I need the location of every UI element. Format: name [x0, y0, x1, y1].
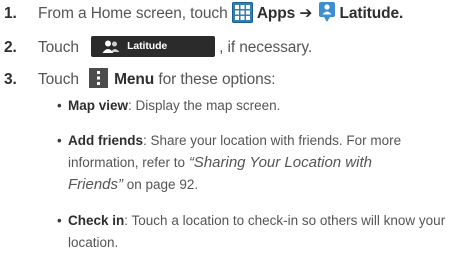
- step-text: From a Home screen, touch: [38, 5, 232, 23]
- bullet-icon: •: [57, 133, 62, 148]
- step-text: Touch: [38, 39, 79, 56]
- latitude-button[interactable]: Latitude: [91, 36, 216, 58]
- add-friends-line-3: Friends” on page 92.: [68, 176, 199, 193]
- cross-reference-link-continued[interactable]: Friends”: [68, 176, 123, 193]
- arrow-icon: ➔: [299, 5, 313, 23]
- add-friends-line-2: information, refer to “Sharing Your Loca…: [68, 154, 372, 171]
- instructions-document: 1. From a Home screen, touch Apps ➔ Lati…: [0, 0, 475, 272]
- option-term: Add friends: [68, 133, 144, 148]
- latitude-pin-icon: [317, 1, 337, 23]
- option-term: Check in: [68, 213, 125, 228]
- menu-label: Menu: [114, 71, 155, 88]
- step-text-after: , if necessary.: [219, 39, 313, 56]
- step-text: Touch: [38, 71, 79, 88]
- bullet-icon: •: [57, 98, 62, 113]
- step-number: 2.: [4, 39, 17, 56]
- menu-icon[interactable]: [89, 67, 109, 88]
- step-number: 1.: [4, 5, 17, 22]
- option-desc: : Touch a location to check-in so others…: [124, 213, 446, 228]
- option-desc: : Share your location with friends. For …: [143, 133, 402, 148]
- latitude-button-label: Latitude: [127, 40, 168, 53]
- apps-grid-icon: [231, 1, 253, 23]
- bullet-icon: •: [57, 213, 62, 228]
- apps-label: Apps: [256, 5, 296, 23]
- check-in-line-2: location.: [68, 235, 119, 250]
- option-term: Map view: [68, 98, 129, 113]
- cross-reference-link[interactable]: “Sharing Your Location with: [189, 154, 372, 171]
- option-desc: : Display the map screen.: [128, 98, 281, 113]
- step-number: 3.: [4, 71, 17, 88]
- latitude-label: Latitude: [339, 5, 400, 23]
- people-icon: [102, 40, 120, 61]
